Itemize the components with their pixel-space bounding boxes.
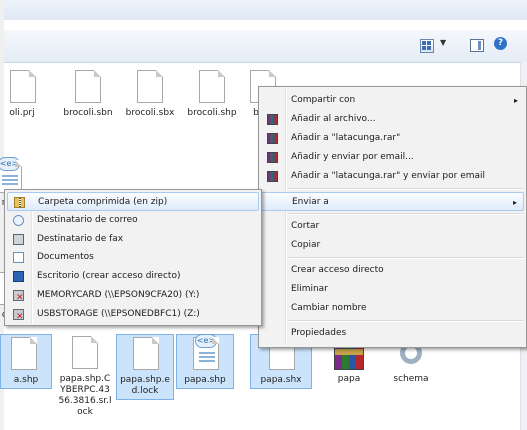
web-document-icon: <e>	[193, 334, 219, 370]
document-icon	[75, 70, 101, 103]
file-name: papa	[337, 374, 361, 384]
menu-item-an-adir-a-latacunga-rar[interactable]: Añadir a "latacunga.rar"	[261, 129, 524, 148]
menu-item-label: Copiar	[291, 240, 321, 250]
winrar-icon	[267, 133, 278, 144]
menu-separator	[288, 257, 524, 259]
menu-item-label: Añadir al archivo...	[291, 114, 376, 124]
send-to-item-usbstorage-epsonedbfc1-z[interactable]: USBSTORAGE (\\EPSONEDBFC1) (Z:)	[7, 305, 259, 327]
document-icon	[199, 70, 225, 103]
title-bar	[0, 0, 527, 20]
menu-item-label: Compartir con	[291, 95, 356, 105]
menu-item-propiedades[interactable]: Propiedades	[261, 324, 524, 343]
menu-item-label: Eliminar	[291, 284, 328, 294]
ie-badge-icon: <e>	[195, 334, 217, 348]
document-icon	[133, 337, 159, 370]
menu-separator	[288, 188, 524, 190]
file-name: brocoli.sbn	[63, 108, 113, 118]
menu-item-crear-acceso-directo[interactable]: Crear acceso directo	[261, 261, 524, 280]
explorer-window: ▼ ? oli.prj brocoli.sbn brocoli.sbx brocoli…	[0, 0, 527, 430]
menu-item-label: Añadir y enviar por email...	[291, 152, 414, 162]
send-to-submenu: Carpeta comprimida (en zip) Destinatario …	[4, 189, 262, 327]
chevron-down-icon[interactable]: ▼	[440, 38, 446, 47]
menu-separator	[288, 320, 524, 322]
file-name: schema	[393, 374, 429, 384]
menu-item-copiar[interactable]: Copiar	[261, 236, 524, 255]
mail-recipient-icon	[13, 214, 24, 226]
preview-pane-icon[interactable]	[470, 39, 484, 52]
disconnected-drive-icon	[13, 289, 24, 308]
menu-item-label: Destinatario de fax	[37, 233, 124, 244]
context-menu: Compartir con ▸ Añadir al archivo... Añadir…	[258, 86, 527, 348]
send-to-item-documentos[interactable]: Documentos	[7, 248, 259, 267]
menu-item-label: Cambiar nombre	[291, 303, 367, 313]
winrar-icon	[267, 152, 278, 163]
submenu-arrow-icon: ▸	[513, 96, 518, 105]
file-name: brocoli.sbx	[125, 108, 175, 118]
menu-item-label: Escritorio (crear acceso directo)	[37, 271, 181, 282]
file-item[interactable]: papa.shp.e d.lock	[116, 334, 174, 400]
file-name: YBERPC.43	[60, 385, 110, 395]
disconnected-drive-icon	[13, 308, 24, 327]
menu-item-label: Carpeta comprimida (en zip)	[38, 197, 168, 207]
menu-item-eliminar[interactable]: Eliminar	[261, 280, 524, 299]
file-item[interactable]: brocoli.shp	[180, 68, 244, 123]
documents-icon	[13, 252, 24, 264]
file-name: papa.shp.e	[120, 375, 170, 385]
send-to-item-destinatario-de-fax[interactable]: Destinatario de fax	[7, 230, 259, 249]
send-to-item-carpeta-comprimida-en-zip[interactable]: Carpeta comprimida (en zip)	[7, 192, 259, 211]
file-item[interactable]: papa.shp.C YBERPC.43 56.3816.sr.l ock	[56, 334, 114, 422]
menu-separator	[288, 213, 524, 215]
menu-item-label: Destinatario de correo	[37, 214, 138, 225]
file-item[interactable]: a.shp	[0, 334, 52, 389]
document-icon	[10, 70, 36, 103]
help-icon[interactable]: ?	[494, 37, 507, 50]
file-name: d.lock	[131, 386, 159, 396]
desktop-icon	[13, 271, 24, 283]
send-to-item-destinatario-de-correo[interactable]: Destinatario de correo	[7, 211, 259, 230]
send-to-item-memorycard-epson9cfa20-y[interactable]: MEMORYCARD (\\EPSON9CFA20) (Y:)	[7, 286, 259, 308]
ie-badge-icon: <e>	[0, 157, 20, 171]
file-item[interactable]: <e> papa.shp	[176, 334, 234, 389]
menu-item-an-adir-al-archivo[interactable]: Añadir al archivo...	[261, 110, 524, 129]
command-toolbar	[0, 30, 527, 63]
file-item[interactable]: brocoli.sbx	[118, 68, 182, 123]
menu-item-label: Añadir a "latacunga.rar"	[291, 133, 401, 143]
file-name: brocoli.shp	[187, 108, 237, 118]
file-name: papa.shx	[260, 375, 302, 385]
file-name: a.shp	[13, 375, 39, 385]
menu-item-label: USBSTORAGE (\\EPSONEDBFC1) (Z:)	[37, 308, 200, 319]
file-name: ock	[77, 407, 93, 417]
menu-item-label: Añadir a "latacunga.rar" y enviar por em…	[291, 171, 486, 181]
menu-item-cortar[interactable]: Cortar	[261, 217, 524, 236]
file-name: oli.prj	[9, 108, 35, 118]
winrar-icon	[267, 114, 278, 125]
menu-item-label: Propiedades	[291, 328, 347, 338]
zip-folder-icon	[14, 197, 25, 208]
document-icon	[11, 337, 37, 370]
menu-item-an-adir-y-enviar-por-email[interactable]: Añadir y enviar por email...	[261, 148, 524, 167]
menu-item-label: Documentos	[37, 252, 94, 263]
fax-icon	[13, 233, 24, 245]
menu-item-compartir-con[interactable]: Compartir con ▸	[261, 91, 524, 110]
file-name: papa.shp.C	[59, 374, 111, 384]
file-name: 56.3816.sr.l	[58, 396, 112, 406]
menu-item-label: Cortar	[291, 221, 320, 231]
menu-item-an-adir-a-latacunga-rar-y-enviar-por-email[interactable]: Añadir a "latacunga.rar" y enviar por em…	[261, 167, 524, 186]
file-item[interactable]: brocoli.sbn	[56, 68, 120, 123]
menu-item-label: Enviar a	[292, 197, 329, 207]
view-options-icon[interactable]	[420, 39, 434, 53]
menu-item-label: Crear acceso directo	[291, 265, 384, 275]
menu-item-enviar-a[interactable]: Enviar a ▸	[261, 192, 524, 211]
file-name: papa.shp	[184, 375, 226, 385]
menu-item-label: MEMORYCARD (\\EPSON9CFA20) (Y:)	[37, 290, 200, 300]
submenu-arrow-icon: ▸	[512, 198, 517, 207]
menu-item-cambiar-nombre[interactable]: Cambiar nombre	[261, 299, 524, 318]
document-icon	[72, 336, 98, 369]
document-icon	[137, 70, 163, 103]
winrar-icon	[267, 171, 278, 182]
file-item[interactable]: oli.prj	[0, 68, 44, 123]
send-to-item-escritorio-crear-acceso-directo[interactable]: Escritorio (crear acceso directo)	[7, 267, 259, 286]
